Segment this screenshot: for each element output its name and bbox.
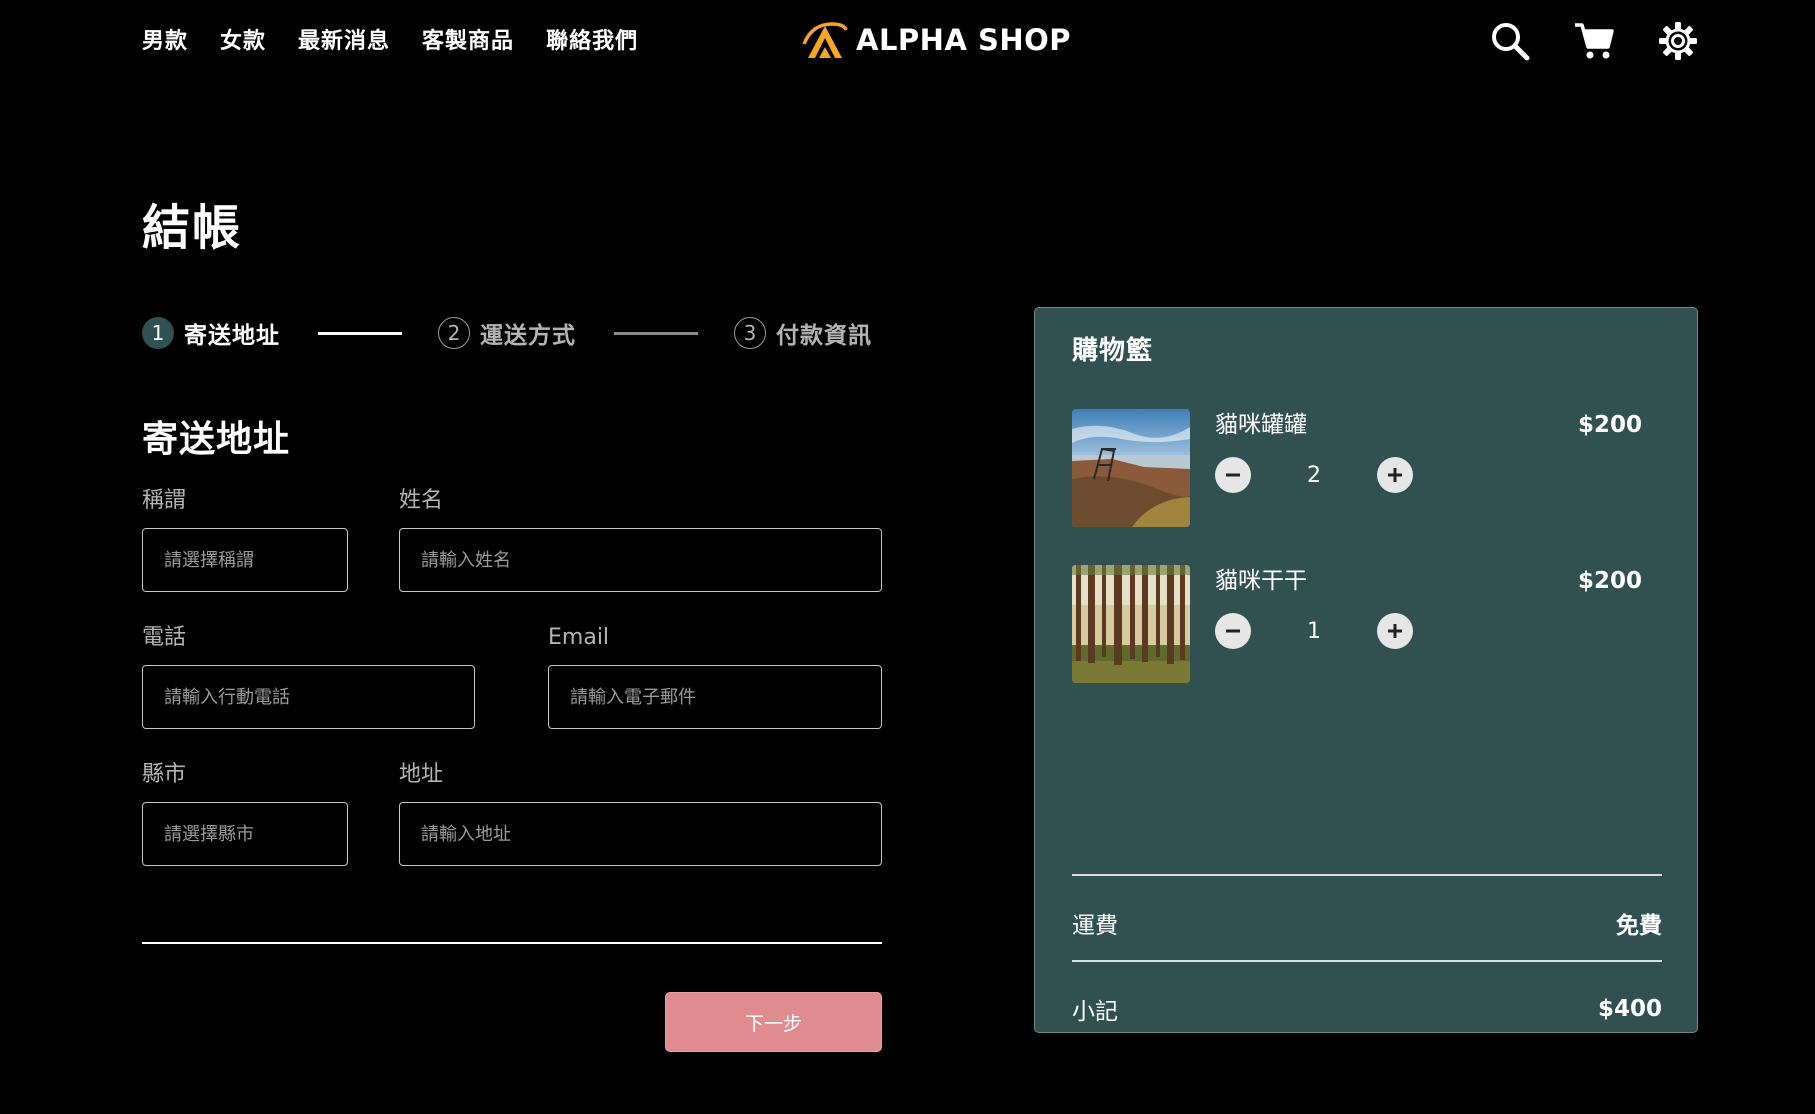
nav-contact[interactable]: 聯絡我們: [546, 24, 638, 60]
page-title: 結帳: [142, 200, 243, 256]
quantity-stepper: 2: [1215, 457, 1413, 493]
step-number: 2: [438, 317, 470, 349]
checkout-page: 男款 女款 最新消息 客製商品 聯絡我們 ALPHA SHOP 結帳 1 寄送地…: [0, 0, 1815, 1114]
product-image: [1072, 565, 1190, 683]
quantity-value: 1: [1307, 618, 1321, 644]
item-name: 貓咪干干: [1215, 568, 1307, 594]
email-label: Email: [548, 625, 610, 650]
logo-icon: [802, 22, 848, 58]
city-select[interactable]: [164, 823, 347, 845]
name-label: 姓名: [399, 488, 444, 513]
step-number: 1: [142, 317, 174, 349]
checkout-stepper: 1 寄送地址 2 運送方式 3 付款資訊: [142, 315, 882, 351]
phone-field: 電話: [142, 621, 475, 729]
shipping-value: 免費: [1616, 913, 1662, 939]
logo[interactable]: ALPHA SHOP: [802, 20, 1071, 60]
search-icon: [1492, 23, 1530, 61]
subtotal-value: $400: [1597, 996, 1662, 1022]
cart-button[interactable]: [1574, 20, 1614, 62]
nav-men[interactable]: 男款: [142, 24, 188, 60]
step-connector: [614, 331, 698, 335]
minus-icon: [1226, 473, 1240, 477]
step-label: 運送方式: [480, 323, 576, 349]
step-connector: [318, 331, 402, 335]
decrease-button[interactable]: [1215, 457, 1251, 493]
phone-input-box[interactable]: [142, 665, 475, 729]
increase-button[interactable]: [1377, 457, 1413, 493]
salutation-select[interactable]: [164, 549, 347, 571]
nav-custom[interactable]: 客製商品: [422, 24, 514, 60]
address-label: 地址: [399, 762, 444, 787]
cart-item: 貓咪罐罐 $200 2: [1072, 409, 1662, 527]
step-label: 付款資訊: [776, 323, 872, 349]
search-button[interactable]: [1490, 20, 1530, 62]
nav-news[interactable]: 最新消息: [298, 24, 390, 60]
name-input[interactable]: [421, 549, 881, 571]
item-name: 貓咪罐罐: [1215, 412, 1307, 438]
name-field: 姓名: [399, 484, 882, 592]
address-field: 地址: [399, 758, 882, 866]
shipping-row: 運費 免費: [1072, 906, 1662, 940]
cart-icon: [1575, 23, 1614, 59]
item-price: $200: [1577, 568, 1642, 594]
next-step-button[interactable]: 下一步: [665, 992, 882, 1052]
step-payment: 3 付款資訊: [734, 316, 872, 350]
cart-panel: 購物籃 貓咪罐罐 $200 2 貓咪干干 $200 1 運費 免費 小記 $40…: [1034, 307, 1698, 1033]
city-label: 縣市: [142, 762, 187, 787]
step-label: 寄送地址: [184, 323, 280, 349]
email-field: Email: [548, 621, 882, 729]
section-title: 寄送地址: [142, 419, 291, 460]
salutation-field: 稱謂: [142, 484, 348, 592]
form-divider: [142, 942, 882, 944]
quantity-stepper: 1: [1215, 613, 1413, 649]
address-input[interactable]: [421, 823, 881, 845]
subtotal-row: 小記 $400: [1072, 992, 1662, 1026]
city-field: 縣市: [142, 758, 348, 866]
gear-icon: [1659, 22, 1697, 60]
city-select-box[interactable]: [142, 802, 348, 866]
salutation-label: 稱謂: [142, 488, 187, 513]
plus-icon: [1388, 624, 1402, 638]
header-icons: [1490, 20, 1698, 62]
phone-input[interactable]: [164, 686, 474, 708]
product-photo-coast: [1072, 409, 1190, 527]
product-photo-forest: [1072, 565, 1190, 683]
item-price: $200: [1577, 412, 1642, 438]
shipping-label: 運費: [1072, 913, 1118, 939]
quantity-value: 2: [1307, 462, 1321, 488]
name-input-box[interactable]: [399, 528, 882, 592]
step-number: 3: [734, 317, 766, 349]
cart-divider: [1072, 960, 1662, 962]
step-address: 1 寄送地址: [142, 316, 280, 350]
cart-title: 購物籃: [1072, 336, 1154, 366]
subtotal-label: 小記: [1072, 999, 1118, 1025]
salutation-select-box[interactable]: [142, 528, 348, 592]
product-image: [1072, 409, 1190, 527]
logo-text: ALPHA SHOP: [856, 23, 1072, 57]
step-shipping: 2 運送方式: [438, 316, 576, 350]
increase-button[interactable]: [1377, 613, 1413, 649]
plus-icon: [1388, 468, 1402, 482]
decrease-button[interactable]: [1215, 613, 1251, 649]
nav-women[interactable]: 女款: [220, 24, 266, 60]
cart-divider: [1072, 874, 1662, 876]
email-input-box[interactable]: [548, 665, 882, 729]
phone-label: 電話: [142, 625, 187, 650]
minus-icon: [1226, 629, 1240, 633]
settings-button[interactable]: [1658, 20, 1698, 62]
address-input-box[interactable]: [399, 802, 882, 866]
cart-item: 貓咪干干 $200 1: [1072, 565, 1662, 683]
main-nav: 男款 女款 最新消息 客製商品 聯絡我們: [142, 24, 638, 60]
email-input[interactable]: [570, 686, 881, 708]
